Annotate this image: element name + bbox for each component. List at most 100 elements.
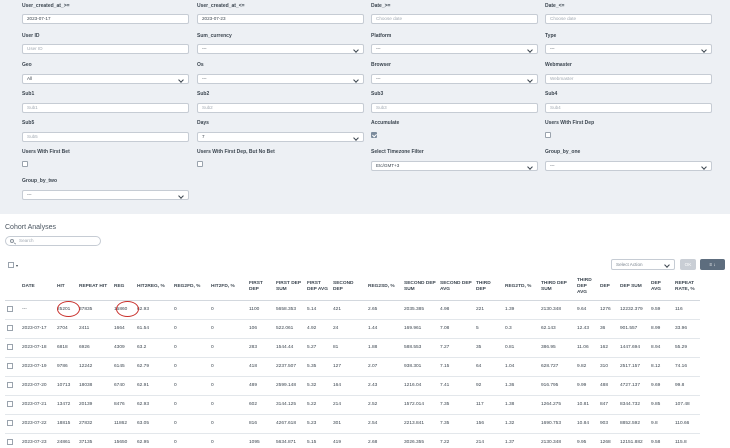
column-header[interactable]: THIRD DEP AVG	[575, 274, 598, 301]
column-header[interactable]: FIRST DEP	[247, 274, 274, 301]
sub4-input[interactable]: Sub4	[545, 103, 712, 113]
sum-currency-select[interactable]: ---	[197, 44, 364, 54]
column-header[interactable]: THIRD DEP	[474, 274, 503, 301]
column-header[interactable]: HIT2REG, %	[135, 274, 172, 301]
os-label: Os	[197, 62, 204, 68]
platform-select[interactable]: ---	[371, 44, 538, 54]
row-checkbox[interactable]	[7, 305, 13, 312]
row-checkbox[interactable]	[7, 362, 13, 369]
column-header[interactable]: REG2FD, %	[172, 274, 209, 301]
column-header[interactable]: HIT2FD, %	[209, 274, 247, 301]
browser-select[interactable]: ---	[371, 74, 538, 84]
user-id-label: User ID	[22, 33, 40, 39]
days-select[interactable]: 7	[197, 132, 364, 142]
sub5-label: Sub5	[22, 120, 35, 126]
group-by-two-select[interactable]: ---	[22, 190, 189, 200]
table-body: --- 25201 37835 15860 62.93 0 0 1100 5658.353 5.1…	[5, 300, 700, 448]
chevron-down-icon[interactable]: ▾	[16, 263, 18, 268]
table-row[interactable]: 2023-07-17 2704 2411 1664 61.54 0 0 106 522.061 4…	[5, 319, 700, 339]
sub1-input[interactable]: Sub1	[22, 103, 189, 113]
column-header[interactable]: REG2SD, %	[366, 274, 402, 301]
table-cell: 7.08	[438, 319, 474, 339]
table-cell: 0	[209, 414, 247, 434]
table-row[interactable]: 2023-07-20 10713 18038 6740 62.91 0 0 489 2599.1…	[5, 376, 700, 396]
highlight-circle-reg	[116, 301, 139, 317]
user-created-to-input[interactable]: 2023-07-23	[197, 14, 364, 24]
row-checkbox[interactable]	[7, 381, 13, 388]
table-cell: 35	[474, 338, 503, 358]
table-header-row: DATE HIT REPEAT HIT REG HIT2REG, % REG2FD, % H…	[5, 274, 700, 301]
table-row[interactable]: --- 25201 37835 15860 62.93 0 0 1100 5658.353 5.1…	[5, 300, 700, 320]
table-cell: 2023-07-22	[20, 414, 55, 434]
column-header[interactable]: HIT	[55, 274, 77, 301]
users-first-dep-no-bet-checkbox[interactable]	[197, 161, 203, 167]
table-row[interactable]: 2023-07-18 6818 6926 4309 63.2 0 0 283 1544.44 5.…	[5, 338, 700, 358]
users-first-dep-checkbox[interactable]	[545, 132, 551, 138]
search-input[interactable]: Search	[5, 236, 101, 246]
table-cell: 2035.385	[402, 300, 438, 320]
row-checkbox[interactable]	[7, 438, 13, 445]
date-to-input[interactable]: Choose date	[545, 14, 712, 24]
table-cell: 1095	[247, 433, 274, 448]
table-cell: 18038	[77, 376, 112, 396]
column-header[interactable]: REPEAT HIT	[77, 274, 112, 301]
column-header[interactable]: DEP AVG	[649, 274, 673, 301]
column-header[interactable]: THIRD DEP SUM	[539, 274, 575, 301]
row-checkbox-cell	[5, 414, 20, 434]
table-cell: 2023-07-19	[20, 357, 55, 377]
users-first-dep-no-bet-label: Users With First Dep, But No Bet	[197, 149, 275, 155]
sub1-label: Sub1	[22, 91, 35, 97]
date-from-input[interactable]: Choose date	[371, 14, 538, 24]
user-id-input[interactable]: User ID	[22, 44, 189, 54]
select-all-checkbox[interactable]	[8, 262, 14, 268]
table-cell: 0.3	[503, 319, 539, 339]
sub2-input[interactable]: Sub2	[197, 103, 364, 113]
accumulate-checkbox[interactable]	[371, 132, 377, 138]
table-cell: 3026.355	[402, 433, 438, 448]
os-select[interactable]: ---	[197, 74, 364, 84]
column-header[interactable]: SECOND DEP SUM	[402, 274, 438, 301]
table-cell: 0	[209, 395, 247, 415]
filter-sort-button[interactable]: ≡ ↓	[700, 259, 725, 270]
table-cell: 62.93	[135, 395, 172, 415]
column-header[interactable]: DEP SUM	[618, 274, 649, 301]
column-header[interactable]: REG2TD, %	[503, 274, 539, 301]
table-cell: 1544.44	[274, 338, 305, 358]
column-header[interactable]: DATE	[20, 274, 55, 301]
table-cell: 588.553	[402, 338, 438, 358]
row-checkbox[interactable]	[7, 419, 13, 426]
table-cell: 99.8	[673, 376, 700, 396]
user-created-from-input[interactable]: 2023-07-17	[22, 14, 189, 24]
table-row[interactable]: 2023-07-23 24861 37135 15650 62.95 0 0 1095 5634…	[5, 433, 700, 448]
row-checkbox[interactable]	[7, 324, 13, 331]
column-header[interactable]: REPEAT RATE, %	[673, 274, 700, 301]
column-header[interactable]: SECOND DEP AVG	[438, 274, 474, 301]
table-cell: 2.68	[366, 433, 402, 448]
sub5-input[interactable]: Sub5	[22, 132, 189, 142]
row-checkbox[interactable]	[7, 400, 13, 407]
geo-select[interactable]: All	[22, 74, 189, 84]
table-row[interactable]: 2023-07-21 13472 20139 8476 62.93 0 0 602 3144.1…	[5, 395, 700, 415]
table-row[interactable]: 2023-07-19 9786 12242 6145 62.79 0 0 418 2237.50…	[5, 357, 700, 377]
row-checkbox[interactable]	[7, 343, 13, 350]
column-header[interactable]: REG	[112, 274, 135, 301]
column-header[interactable]: FIRST DEP SUM	[274, 274, 305, 301]
select-action-dropdown[interactable]: Select Action	[611, 259, 675, 270]
table-cell: 4267.618	[274, 414, 305, 434]
timezone-select[interactable]: Etc/GMT+3	[371, 161, 538, 171]
table-cell: 1664	[112, 319, 135, 339]
type-select[interactable]: ---	[545, 44, 712, 54]
table-cell: 5.35	[305, 357, 331, 377]
sub3-input[interactable]: Sub3	[371, 103, 538, 113]
ok-button[interactable]: OK	[680, 259, 696, 270]
webmaster-input[interactable]: Webmaster	[545, 74, 712, 84]
column-header[interactable]: SECOND DEP	[331, 274, 366, 301]
users-first-bet-checkbox[interactable]	[22, 161, 28, 167]
table-row[interactable]: 2023-07-22 18815 27832 11862 63.05 0 0 816 4267.…	[5, 414, 700, 434]
group-by-one-select[interactable]: ---	[545, 161, 712, 171]
column-header[interactable]: DEP	[598, 274, 618, 301]
table-cell: 10713	[55, 376, 77, 396]
column-header[interactable]: FIRST DEP AVG	[305, 274, 331, 301]
table-cell: 7.15	[438, 357, 474, 377]
table-cell: 916.795	[539, 376, 575, 396]
